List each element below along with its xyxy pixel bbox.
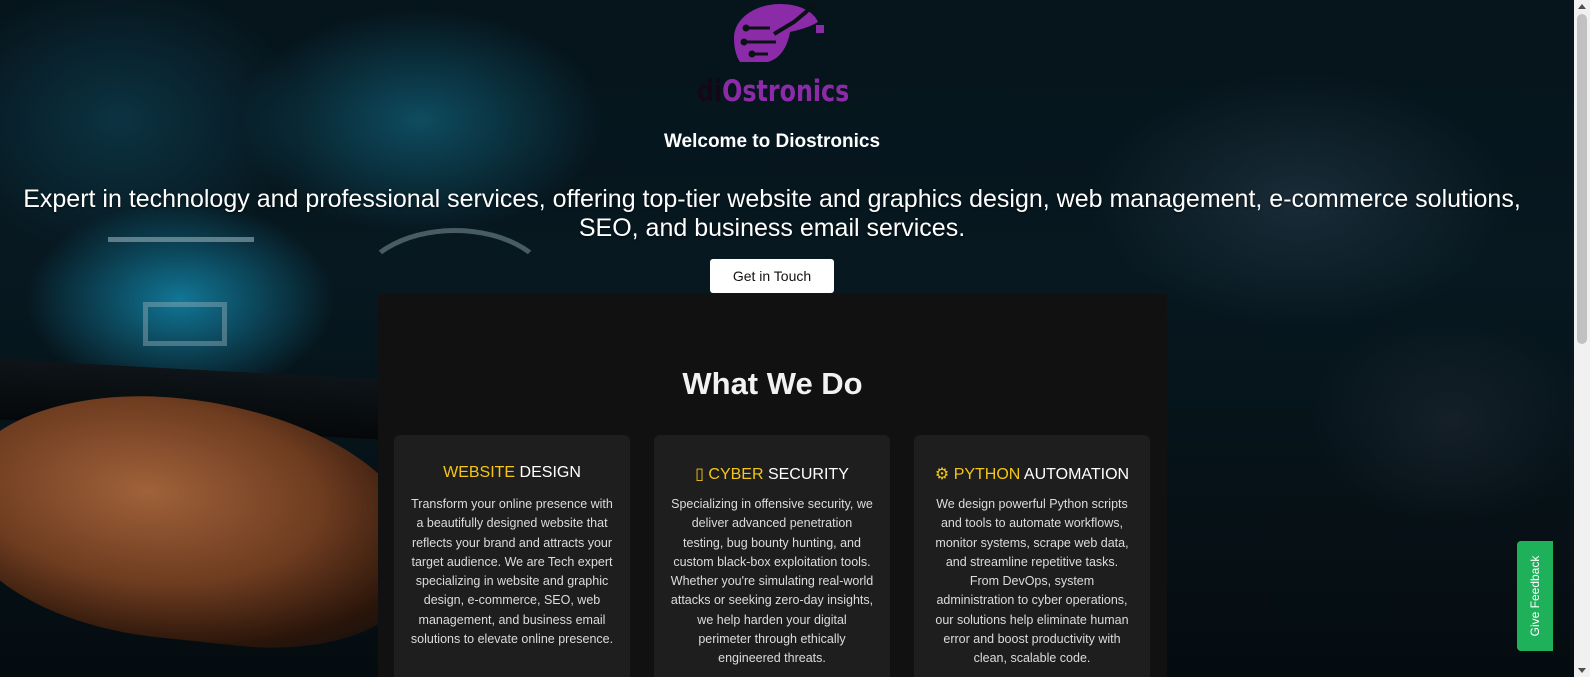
logo-wordmark-main: Ostronics (722, 74, 850, 108)
background-ui-rect (143, 302, 227, 346)
logo-wordmark[interactable]: diOstronics (697, 74, 849, 108)
service-card-title-accent: CYBER (708, 466, 764, 483)
service-card-title-rest: SECURITY (763, 466, 849, 483)
logo-wordmark-prefix: di (697, 74, 723, 108)
service-card-body: Transform your online presence with a be… (410, 497, 614, 647)
service-card-title-rest: AUTOMATION (1020, 466, 1130, 483)
service-card-body: We design powerful Python scripts and to… (935, 497, 1129, 666)
service-card-python-automation: ⚙ PYTHON AUTOMATION We design powerful P… (914, 435, 1150, 677)
page: diOstronics Welcome to Diostronics Exper… (0, 0, 1590, 677)
scroll-up-arrow-icon[interactable] (1578, 4, 1586, 9)
service-card-body: Specializing in offensive security, we d… (670, 497, 874, 666)
services-section: What We Do WEBSITE DESIGN Transform your… (378, 294, 1167, 677)
service-card-website-design: WEBSITE DESIGN Transform your online pre… (394, 435, 630, 677)
hero-tagline: Expert in technology and professional se… (23, 185, 1521, 242)
scroll-down-arrow-icon[interactable] (1578, 668, 1586, 673)
get-in-touch-button[interactable]: Get in Touch (710, 259, 834, 293)
service-card-title: WEBSITE DESIGN (394, 464, 630, 482)
service-card-title: ⚙ PYTHON AUTOMATION (914, 464, 1150, 484)
service-card-title-rest: DESIGN (515, 464, 581, 481)
welcome-heading: Welcome to Diostronics (663, 131, 881, 152)
shield-icon: ▯ (695, 466, 704, 483)
services-title: What We Do (682, 366, 863, 401)
gear-icon: ⚙ (934, 466, 950, 483)
service-card-title-accent: WEBSITE (443, 464, 516, 481)
service-card-title: ▯ CYBER SECURITY (654, 464, 890, 484)
service-card-cyber-security: ▯ CYBER SECURITY Specializing in offensi… (654, 435, 890, 677)
scrollbar-thumb[interactable] (1577, 14, 1587, 344)
service-card-title-accent: PYTHON (953, 466, 1021, 483)
page-scrollbar[interactable] (1574, 0, 1590, 677)
give-feedback-label: Give Feedback (1528, 555, 1542, 637)
give-feedback-button[interactable]: Give Feedback (1517, 541, 1553, 651)
